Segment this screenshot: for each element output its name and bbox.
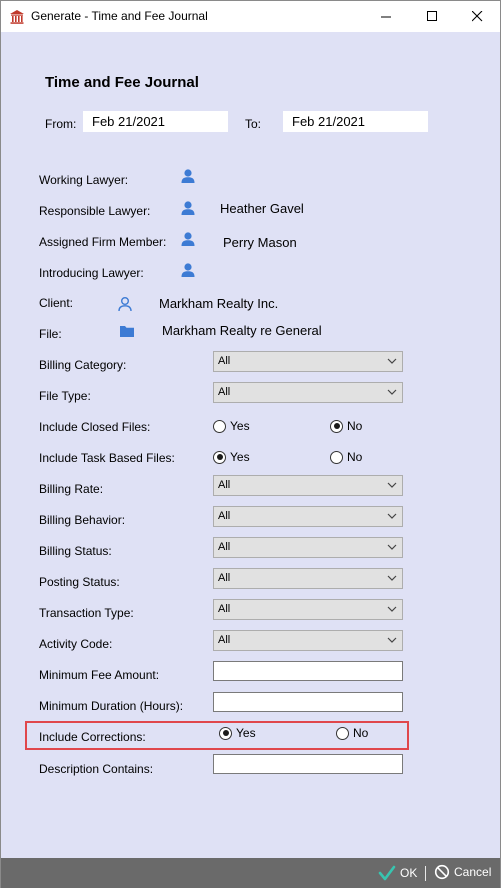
radio-off-icon xyxy=(213,419,226,433)
chevron-down-icon xyxy=(387,513,397,519)
activity-code-label: Activity Code: xyxy=(39,637,113,651)
to-label: To: xyxy=(245,117,262,131)
page-title: Time and Fee Journal xyxy=(45,74,199,91)
from-label: From: xyxy=(45,117,77,131)
dialog-content: Time and Fee Journal From: Feb 21/2021 T… xyxy=(1,32,500,858)
from-date-field[interactable]: Feb 21/2021 xyxy=(83,111,228,132)
chevron-down-icon xyxy=(387,637,397,643)
include-task-based-files-no-radio[interactable]: No xyxy=(330,450,362,464)
radio-label: No xyxy=(353,726,369,740)
billing-category-value: All xyxy=(218,355,231,367)
file-type-value: All xyxy=(218,386,231,398)
transaction-type-value: All xyxy=(218,603,231,615)
minimum-duration-input[interactable] xyxy=(213,692,403,712)
window-title: Generate - Time and Fee Journal xyxy=(31,9,208,23)
person-icon[interactable] xyxy=(180,262,196,278)
billing-rate-label: Billing Rate: xyxy=(39,482,104,496)
checkmark-icon xyxy=(378,865,396,881)
include-task-based-files-yes-radio[interactable]: Yes xyxy=(213,450,250,464)
activity-code-select[interactable]: All xyxy=(213,630,403,651)
radio-on-icon xyxy=(213,450,226,464)
cancel-label: Cancel xyxy=(454,865,492,879)
minimum-fee-amount-label: Minimum Fee Amount: xyxy=(39,668,160,682)
dialog-window: Generate - Time and Fee Journal Time and… xyxy=(0,0,501,888)
chevron-down-icon xyxy=(387,358,397,364)
billing-rate-select[interactable]: All xyxy=(213,475,403,496)
chevron-down-icon xyxy=(387,482,397,488)
radio-on-icon xyxy=(330,419,343,433)
billing-status-select[interactable]: All xyxy=(213,537,403,558)
person-icon[interactable] xyxy=(180,168,196,184)
posting-status-value: All xyxy=(218,572,231,584)
person-icon[interactable] xyxy=(180,200,196,216)
to-date-field[interactable]: Feb 21/2021 xyxy=(283,111,428,132)
posting-status-label: Posting Status: xyxy=(39,575,120,589)
radio-label: Yes xyxy=(230,450,250,464)
responsible-lawyer-value: Heather Gavel xyxy=(220,201,304,216)
billing-status-label: Billing Status: xyxy=(39,544,112,558)
include-task-based-files-label: Include Task Based Files: xyxy=(39,451,175,465)
radio-label: No xyxy=(347,450,363,464)
radio-label: Yes xyxy=(230,419,250,433)
close-icon xyxy=(471,11,482,22)
billing-behavior-select[interactable]: All xyxy=(213,506,403,527)
title-bar[interactable]: Generate - Time and Fee Journal xyxy=(1,1,500,32)
minimize-icon xyxy=(380,16,391,18)
billing-behavior-value: All xyxy=(218,510,231,522)
radio-off-icon xyxy=(336,726,349,740)
radio-label: No xyxy=(347,419,363,433)
include-corrections-yes-radio[interactable]: Yes xyxy=(219,726,256,740)
close-button[interactable] xyxy=(454,1,500,32)
billing-rate-value: All xyxy=(218,479,231,491)
minimum-duration-label: Minimum Duration (Hours): xyxy=(39,699,184,713)
cancel-button[interactable]: Cancel xyxy=(434,864,491,880)
dialog-footer: OK Cancel xyxy=(1,858,500,888)
responsible-lawyer-label: Responsible Lawyer: xyxy=(39,204,151,218)
working-lawyer-label: Working Lawyer: xyxy=(39,173,129,187)
billing-category-label: Billing Category: xyxy=(39,358,127,372)
file-type-select[interactable]: All xyxy=(213,382,403,403)
description-contains-label: Description Contains: xyxy=(39,762,154,776)
posting-status-select[interactable]: All xyxy=(213,568,403,589)
cancel-icon xyxy=(434,864,450,880)
chevron-down-icon xyxy=(387,544,397,550)
assigned-firm-member-value: Perry Mason xyxy=(223,235,297,250)
radio-label: Yes xyxy=(236,726,256,740)
ok-label: OK xyxy=(400,866,418,880)
billing-behavior-label: Billing Behavior: xyxy=(39,513,126,527)
include-closed-files-label: Include Closed Files: xyxy=(39,420,151,434)
maximize-icon xyxy=(426,11,437,21)
include-closed-files-no-radio[interactable]: No xyxy=(330,419,362,433)
client-label: Client: xyxy=(39,296,74,310)
introducing-lawyer-label: Introducing Lawyer: xyxy=(39,266,144,280)
radio-on-icon xyxy=(219,726,232,740)
transaction-type-label: Transaction Type: xyxy=(39,606,134,620)
ok-button[interactable]: OK xyxy=(378,864,417,882)
billing-category-select[interactable]: All xyxy=(213,351,403,372)
transaction-type-select[interactable]: All xyxy=(213,599,403,620)
chevron-down-icon xyxy=(387,606,397,612)
client-person-icon[interactable] xyxy=(117,296,133,312)
client-value: Markham Realty Inc. xyxy=(159,296,279,311)
minimize-button[interactable] xyxy=(363,1,409,32)
maximize-button[interactable] xyxy=(409,1,455,32)
include-corrections-label: Include Corrections: xyxy=(39,730,146,744)
description-contains-input[interactable] xyxy=(213,754,403,774)
building-columns-icon xyxy=(9,9,25,25)
folder-icon[interactable] xyxy=(119,323,135,339)
footer-divider xyxy=(425,866,426,881)
billing-status-value: All xyxy=(218,541,231,553)
minimum-fee-amount-input[interactable] xyxy=(213,661,403,681)
file-type-label: File Type: xyxy=(39,389,91,403)
person-icon[interactable] xyxy=(180,231,196,247)
chevron-down-icon xyxy=(387,575,397,581)
file-value: Markham Realty re General xyxy=(162,323,322,338)
file-label: File: xyxy=(39,327,62,341)
activity-code-value: All xyxy=(218,634,231,646)
include-closed-files-yes-radio[interactable]: Yes xyxy=(213,419,250,433)
assigned-firm-member-label: Assigned Firm Member: xyxy=(39,235,167,249)
radio-off-icon xyxy=(330,450,343,464)
chevron-down-icon xyxy=(387,389,397,395)
include-corrections-no-radio[interactable]: No xyxy=(336,726,368,740)
